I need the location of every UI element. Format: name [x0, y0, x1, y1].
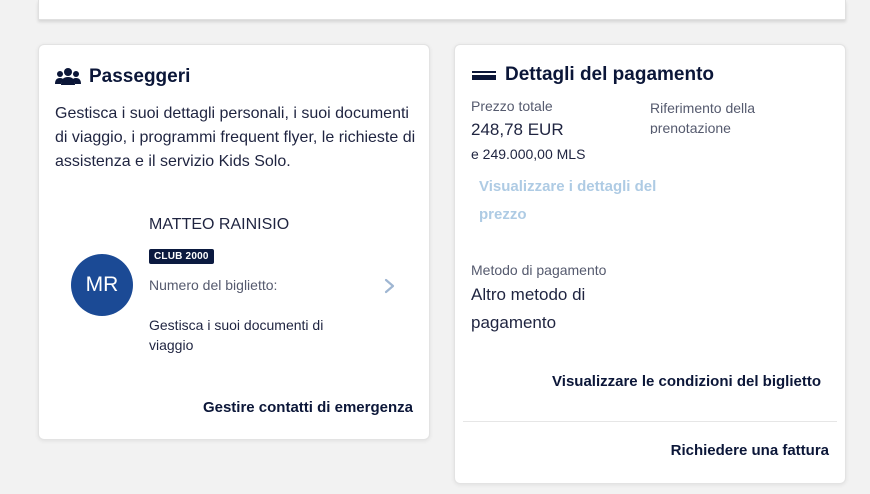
payment-title-text: Dettagli del pagamento — [505, 64, 715, 85]
users-icon — [55, 66, 81, 88]
payment-card: Dettagli del pagamento Prezzo totale 248… — [454, 44, 846, 484]
miles-value: e 249.000,00 MLS — [471, 146, 586, 162]
emergency-contacts-link[interactable]: Gestire contatti di emergenza — [203, 399, 413, 416]
top-card — [38, 0, 846, 20]
request-invoice-link[interactable]: Richiedere una fattura — [671, 442, 829, 459]
passengers-card: Passeggeri Gestisca i suoi dettagli pers… — [38, 44, 430, 440]
passengers-title-text: Passeggeri — [89, 66, 191, 87]
total-price-label: Prezzo totale — [471, 98, 553, 114]
divider — [463, 421, 837, 422]
payment-title: Dettagli del pagamento — [471, 64, 714, 86]
total-price-value: 248,78 EUR — [471, 120, 564, 139]
view-price-details-link[interactable]: Visualizzare i dettagli del prezzo — [479, 173, 659, 229]
payment-method-label: Metodo di pagamento — [471, 262, 607, 278]
status-badge: CLUB 2000 — [149, 249, 214, 264]
ticket-number-label: Numero del biglietto: — [149, 277, 278, 293]
avatar: MR — [71, 254, 133, 316]
passengers-description: Gestisca i suoi dettagli personali, i su… — [55, 105, 416, 170]
chevron-right-icon[interactable] — [383, 277, 397, 295]
ticket-conditions-link[interactable]: Visualizzare le condizioni del biglietto — [552, 373, 821, 390]
payment-method-value: Altro metodo di pagamento — [471, 285, 586, 332]
booking-reference-label: Riferimento della prenotazione — [650, 100, 756, 134]
passenger-name: MATTEO RAINISIO — [149, 216, 290, 233]
passengers-title: Passeggeri — [55, 66, 190, 88]
manage-documents-text: Gestisca i suoi documenti di viaggio — [149, 317, 324, 353]
credit-card-icon — [471, 64, 497, 86]
